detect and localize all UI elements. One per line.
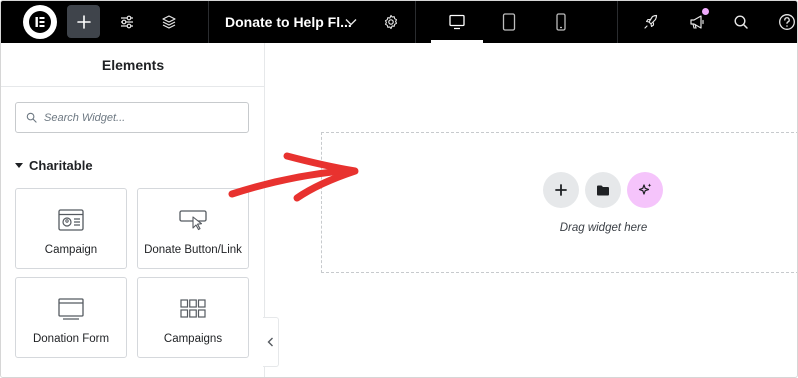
add-section-button[interactable]	[543, 172, 579, 208]
widget-search-input[interactable]	[44, 103, 234, 132]
rocket-icon	[644, 14, 658, 29]
site-settings-button[interactable]	[113, 1, 141, 43]
widget-label: Donate Button/Link	[144, 244, 242, 256]
mobile-icon	[556, 13, 566, 31]
widget-search-box[interactable]	[15, 102, 249, 133]
ai-sparkle-icon	[638, 183, 652, 195]
structure-button[interactable]	[155, 1, 183, 43]
desktop-icon	[449, 14, 465, 30]
document-title[interactable]: Donate to Help Fl...	[225, 1, 352, 43]
sliders-icon	[121, 15, 133, 29]
panel-title: Elements	[1, 43, 265, 87]
editor-window: Donate to Help Fl... Elements Search Wid…	[0, 0, 798, 378]
template-library-icon	[597, 185, 609, 196]
widget-label: Campaign	[44, 244, 98, 256]
document-menu-button[interactable]	[345, 1, 357, 43]
elementor-logo-icon[interactable]	[23, 5, 57, 39]
toolbar-divider	[617, 1, 618, 43]
ai-button[interactable]	[627, 172, 663, 208]
drop-zone-text: Drag widget here	[559, 222, 648, 234]
add-element-button[interactable]	[67, 5, 100, 38]
template-library-button[interactable]	[585, 172, 621, 208]
donate-button-icon	[178, 205, 208, 235]
plus-icon	[76, 14, 91, 29]
page-settings-button[interactable]	[377, 1, 405, 43]
chevron-left-icon	[267, 337, 273, 347]
layers-icon	[162, 15, 176, 29]
widget-donate-button[interactable]: Donate Button/Link	[137, 188, 249, 269]
widget-donation-form[interactable]: Donation Form	[15, 277, 127, 358]
publish-tools-button[interactable]	[637, 1, 665, 43]
campaigns-grid-icon	[179, 294, 207, 324]
mobile-view-button[interactable]	[547, 1, 575, 43]
top-bar: Donate to Help Fl...	[1, 1, 797, 43]
megaphone-icon	[690, 15, 704, 29]
desktop-view-button[interactable]	[443, 1, 471, 43]
campaign-icon	[57, 205, 85, 235]
widget-campaigns[interactable]: Campaigns	[137, 277, 249, 358]
chevron-down-icon	[345, 19, 357, 26]
toolbar-divider	[415, 1, 416, 43]
tablet-icon	[502, 13, 516, 31]
add-section-icon	[555, 184, 567, 196]
category-label: Charitable	[29, 157, 93, 173]
category-header[interactable]: Charitable	[15, 156, 93, 174]
active-device-indicator	[431, 40, 483, 43]
toolbar-divider	[208, 1, 209, 43]
notification-badge	[702, 8, 709, 15]
tablet-view-button[interactable]	[495, 1, 523, 43]
search-icon	[26, 112, 38, 124]
search-button[interactable]	[727, 1, 755, 43]
caret-down-icon	[15, 162, 23, 168]
gear-icon	[384, 14, 398, 30]
widget-campaign[interactable]: Campaign	[15, 188, 127, 269]
help-button[interactable]	[773, 1, 797, 43]
widget-label: Campaigns	[163, 333, 223, 345]
donation-form-icon	[57, 294, 85, 324]
widget-label: Donation Form	[32, 333, 110, 345]
collapse-panel-button[interactable]	[263, 317, 279, 367]
notifications-button[interactable]	[684, 1, 712, 43]
search-icon	[734, 15, 748, 29]
help-icon	[779, 14, 795, 30]
